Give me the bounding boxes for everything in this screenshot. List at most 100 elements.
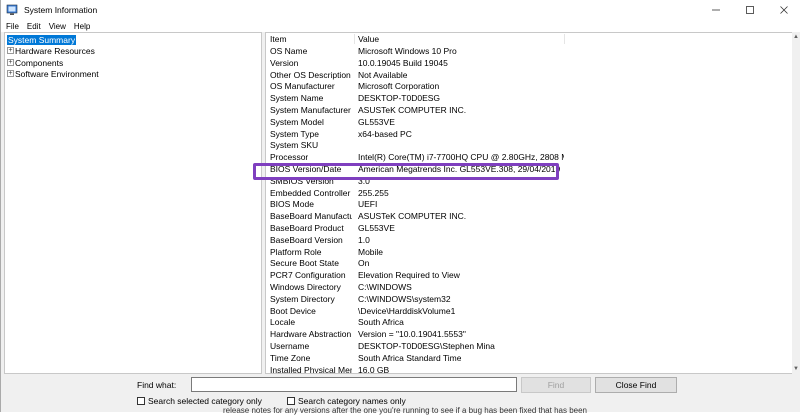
window-controls: [699, 0, 800, 20]
row-item-cell: Other OS Description: [270, 69, 351, 80]
row-value-cell: Intel(R) Core(TM) i7-7700HQ CPU @ 2.80GH…: [358, 152, 564, 163]
menu-view[interactable]: View: [45, 22, 70, 31]
search-selected-checkbox[interactable]: [137, 397, 145, 405]
tree-item-label: Software Environment: [15, 68, 99, 79]
row-value-cell: DESKTOP-T0D0ESG: [358, 93, 441, 104]
table-row[interactable]: PCR7 Configuration Elevation Required to …: [266, 269, 786, 281]
row-value-cell: UEFI: [358, 199, 378, 210]
search-category-names-option[interactable]: Search category names only: [287, 396, 406, 406]
tree-item-hardware-resources[interactable]: + Hardware Resources: [7, 45, 95, 56]
table-row[interactable]: Other OS Description Not Available: [266, 69, 786, 81]
row-item-cell: System Model: [270, 116, 324, 127]
table-row[interactable]: System Type x64-based PC: [266, 128, 786, 140]
row-value-cell: On: [358, 258, 370, 269]
table-row[interactable]: Secure Boot State On: [266, 257, 786, 269]
row-value-cell: Not Available: [358, 69, 408, 80]
row-item-cell: OS Name: [270, 46, 308, 56]
table-row[interactable]: Time Zone South Africa Standard Time: [266, 352, 786, 364]
vertical-scrollbar[interactable]: ▲ ▼: [792, 32, 800, 374]
scroll-down-icon[interactable]: ▼: [792, 364, 800, 374]
expand-icon[interactable]: +: [7, 59, 14, 66]
table-row[interactable]: Locale South Africa: [266, 316, 786, 328]
table-row[interactable]: System Manufacturer ASUSTeK COMPUTER INC.: [266, 104, 786, 116]
close-button[interactable]: [767, 0, 800, 20]
expand-icon[interactable]: +: [7, 70, 14, 77]
table-row[interactable]: BaseBoard Product GL553VE: [266, 222, 786, 234]
category-tree: System Summary + Hardware Resources + Co…: [4, 32, 262, 374]
tree-item-components[interactable]: + Components: [7, 57, 63, 68]
search-names-checkbox[interactable]: [287, 397, 295, 405]
tree-item-system-summary[interactable]: System Summary: [7, 34, 77, 45]
row-item-cell: SMBIOS Version: [270, 175, 334, 186]
table-row[interactable]: Platform Role Mobile: [266, 246, 786, 258]
close-find-button[interactable]: Close Find: [595, 377, 677, 393]
column-divider[interactable]: [564, 34, 565, 44]
table-row[interactable]: Boot Device \Device\HarddiskVolume1: [266, 305, 786, 317]
table-row[interactable]: OS Name Microsoft Windows 10 Pro: [266, 45, 786, 57]
row-value-cell: DESKTOP-T0D0ESG\Stephen Mina: [358, 341, 495, 351]
tree-item-label: Components: [15, 57, 64, 68]
row-item-cell: Locale: [270, 317, 296, 328]
row-item-cell: Installed Physical Mem...: [270, 364, 352, 374]
table-row[interactable]: Windows Directory C:\WINDOWS: [266, 281, 786, 293]
table-row[interactable]: System Name DESKTOP-T0D0ESG: [266, 92, 786, 104]
row-item-cell: System SKU: [270, 140, 319, 151]
table-row[interactable]: OS Manufacturer Microsoft Corporation: [266, 80, 786, 92]
row-value-cell: 16.0 GB: [358, 364, 390, 374]
menu-help[interactable]: Help: [70, 22, 94, 31]
expand-icon[interactable]: +: [7, 47, 14, 54]
row-item-cell: Hardware Abstraction L...: [270, 329, 352, 340]
table-row[interactable]: System Model GL553VE: [266, 116, 786, 128]
find-input[interactable]: [191, 377, 517, 392]
column-header-value[interactable]: Value: [358, 34, 379, 44]
row-item-cell: Processor: [270, 152, 309, 163]
table-row[interactable]: Version 10.0.19045 Build 19045: [266, 57, 786, 69]
row-value-cell: Version = "10.0.19041.5553": [358, 329, 466, 340]
menu-edit[interactable]: Edit: [23, 22, 45, 31]
row-value-cell: 1.0: [358, 234, 370, 245]
table-row[interactable]: System Directory C:\WINDOWS\system32: [266, 293, 786, 305]
row-item-cell: System Directory: [270, 293, 335, 304]
table-row[interactable]: SMBIOS Version 3.0: [266, 175, 786, 187]
menu-bar: File Edit View Help: [1, 20, 800, 32]
row-value-cell: 10.0.19045 Build 19045: [358, 57, 448, 68]
row-value-cell: GL553VE: [358, 223, 395, 233]
table-row[interactable]: Processor Intel(R) Core(TM) i7-7700HQ CPU…: [266, 151, 786, 163]
row-item-cell: Windows Directory: [270, 282, 341, 292]
row-value-cell: 255.255: [358, 187, 389, 198]
row-item-cell: BaseBoard Manufacturer: [270, 211, 352, 222]
table-row[interactable]: Embedded Controller V... 255.255: [266, 187, 786, 199]
row-value-cell: GL553VE: [358, 116, 395, 127]
tree-item-software-environment[interactable]: + Software Environment: [7, 68, 99, 79]
row-value-cell: Elevation Required to View: [358, 270, 460, 281]
table-row[interactable]: BIOS Version/Date American Megatrends Inc…: [266, 163, 786, 175]
table-row[interactable]: System SKU: [266, 139, 786, 151]
menu-file[interactable]: File: [1, 22, 23, 31]
table-row[interactable]: BIOS Mode UEFI: [266, 198, 786, 210]
tree-item-label: Hardware Resources: [15, 45, 95, 56]
table-row[interactable]: Installed Physical Mem... 16.0 GB: [266, 364, 786, 374]
table-row[interactable]: Username DESKTOP-T0D0ESG\Stephen Mina: [266, 340, 786, 352]
row-value-cell: 3.0: [358, 175, 370, 186]
row-value-cell: South Africa Standard Time: [358, 352, 462, 363]
row-item-cell: Embedded Controller V...: [270, 187, 352, 198]
column-divider[interactable]: [354, 34, 355, 44]
row-item-cell: BIOS Version/Date: [270, 164, 342, 174]
table-row[interactable]: Hardware Abstraction L... Version = "10.0…: [266, 328, 786, 340]
minimize-button[interactable]: [699, 0, 733, 20]
maximize-button[interactable]: [733, 0, 767, 20]
window-title: System Information: [24, 5, 98, 15]
search-selected-category-option[interactable]: Search selected category only: [137, 396, 262, 406]
row-value-cell: C:\WINDOWS: [358, 282, 412, 292]
row-value-cell: x64-based PC: [358, 128, 412, 139]
scroll-up-icon[interactable]: ▲: [792, 32, 800, 42]
row-item-cell: Secure Boot State: [270, 258, 339, 269]
row-item-cell: Version: [270, 57, 299, 68]
column-header-item[interactable]: Item: [270, 34, 287, 44]
table-row[interactable]: BaseBoard Manufacturer ASUSTeK COMPUTER I…: [266, 210, 786, 222]
system-information-window: System Information File Edit View Help S…: [0, 0, 800, 415]
find-button[interactable]: Find: [521, 377, 591, 393]
search-names-label: Search category names only: [298, 396, 406, 406]
row-value-cell: ASUSTeK COMPUTER INC.: [358, 211, 467, 222]
table-row[interactable]: BaseBoard Version 1.0: [266, 234, 786, 246]
